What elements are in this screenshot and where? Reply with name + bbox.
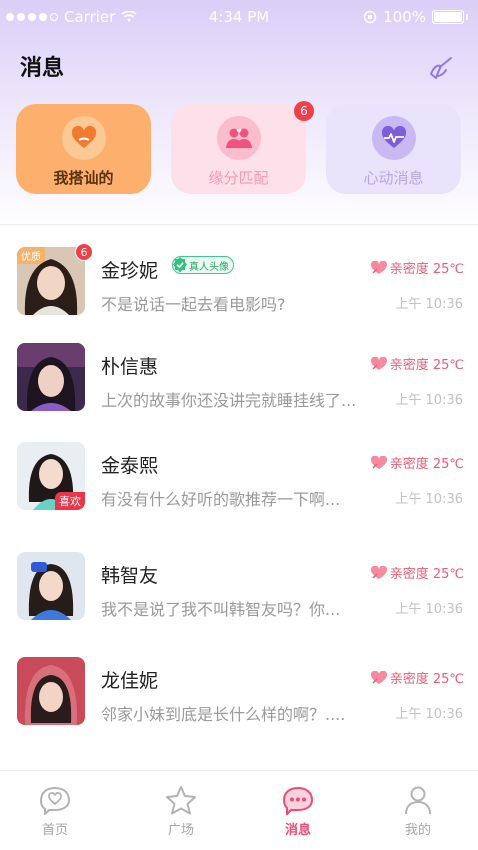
avatar: 喜欢 (17, 442, 85, 510)
message-preview: 我不是说了我不叫韩智友吗？你... (101, 600, 341, 619)
chat-item[interactable]: 喜欢 金泰熙 亲密度 25℃ 有没有什么好听的歌推荐一下啊... 上午 10:3… (0, 420, 478, 520)
message-icon (282, 786, 314, 815)
contact-name: 金珍妮 (101, 260, 159, 282)
intimacy-indicator: 亲密度 25℃ (370, 354, 464, 373)
message-time: 上午 10:36 (395, 393, 463, 408)
intimacy-indicator: 亲密度 25℃ (370, 668, 464, 687)
contact-name: 朴信惠 (101, 356, 159, 378)
category-cards: 我搭讪的 缘分匹配 6 心动消息 (16, 101, 462, 194)
verified-check-icon (173, 257, 187, 273)
heart-icon (370, 455, 387, 469)
avatar (17, 657, 85, 725)
page-title: 消息 (20, 56, 65, 81)
intimacy-indicator: 亲密度 25℃ (370, 453, 464, 472)
unread-badge: 6 (75, 243, 93, 261)
heart-hand-icon (61, 116, 106, 160)
card-match[interactable]: 缘分匹配 6 (171, 101, 314, 194)
message-time: 上午 10:36 (395, 492, 463, 507)
intimacy-label: 亲密度 25℃ (389, 262, 464, 277)
tab-bar: 首页 广场 消息 我的 (0, 770, 478, 850)
heart-icon (370, 670, 387, 684)
heart-icon (370, 260, 387, 274)
message-time: 上午 10:36 (395, 707, 463, 722)
chat-item[interactable]: 优质 6 金珍妮 真人头像 亲密度 25℃ 不是说话一起去看电影吗? 上午 10… (0, 225, 478, 325)
contact-name: 龙佳妮 (101, 670, 159, 692)
chat-item[interactable]: 韩智友 亲密度 25℃ 我不是说了我不叫韩智友吗？你... 上午 10:36 (0, 530, 478, 630)
intimacy-indicator: 亲密度 25℃ (370, 563, 464, 582)
card-label: 我搭讪的 (53, 169, 114, 187)
chat-item[interactable]: 朴信惠 亲密度 25℃ 上次的故事你还没讲完就睡挂线了... 上午 10:36 (0, 321, 478, 421)
avatar (17, 552, 85, 620)
intimacy-label: 亲密度 25℃ (389, 358, 464, 373)
avatar (17, 343, 85, 411)
tab-square[interactable]: 广场 (141, 785, 221, 838)
person-icon (405, 786, 431, 815)
tab-label: 广场 (167, 823, 194, 838)
card-label: 缘分匹配 (208, 169, 269, 187)
message-preview: 邻家小妹到底是长什么样的啊？.... (101, 705, 346, 724)
tab-label: 我的 (404, 823, 431, 838)
battery-tip (466, 14, 468, 20)
chat-item[interactable]: 龙佳妮 亲密度 25℃ 邻家小妹到底是长什么样的啊？.... 上午 10:36 (0, 635, 478, 735)
message-time: 上午 10:36 (395, 297, 463, 312)
card-heartbeat[interactable]: 心动消息 (326, 104, 461, 194)
unread-badge: 6 (294, 101, 314, 121)
card-approached[interactable]: 我搭讪的 (16, 104, 151, 194)
battery-percent: 100% (383, 8, 426, 26)
card-label: 心动消息 (363, 169, 424, 187)
orientation-lock-icon (363, 10, 377, 24)
star-icon (166, 786, 196, 815)
heart-chat-icon (39, 786, 71, 815)
message-preview: 上次的故事你还没讲完就睡挂线了... (101, 391, 357, 410)
intimacy-indicator: 亲密度 25℃ (370, 258, 464, 277)
tab-label: 消息 (284, 823, 311, 838)
tab-me[interactable]: 我的 (378, 785, 458, 838)
battery-icon (432, 10, 464, 24)
message-time: 上午 10:36 (395, 602, 463, 617)
heart-icon (370, 356, 387, 370)
tab-home[interactable]: 首页 (15, 785, 95, 838)
heart-icon (370, 565, 387, 579)
tab-messages[interactable]: 消息 (258, 785, 338, 838)
verified-badge: 真人头像 (172, 256, 234, 274)
like-tag: 喜欢 (55, 492, 85, 510)
contact-name: 韩智友 (101, 565, 159, 587)
verified-label: 真人头像 (189, 261, 229, 273)
contact-name: 金泰熙 (101, 455, 159, 477)
avatar: 优质 (17, 247, 85, 315)
quality-tag: 优质 (17, 247, 45, 264)
status-bar: Carrier 4:34 PM 100% (0, 0, 478, 34)
broom-icon[interactable] (426, 54, 456, 84)
intimacy-label: 亲密度 25℃ (389, 567, 464, 582)
intimacy-label: 亲密度 25℃ (389, 672, 464, 687)
message-preview: 不是说话一起去看电影吗? (101, 295, 286, 314)
heartbeat-icon (371, 116, 416, 160)
tab-label: 首页 (41, 823, 68, 838)
message-preview: 有没有什么好听的歌推荐一下啊... (101, 490, 341, 509)
intimacy-label: 亲密度 25℃ (389, 457, 464, 472)
couple-icon (216, 116, 261, 160)
